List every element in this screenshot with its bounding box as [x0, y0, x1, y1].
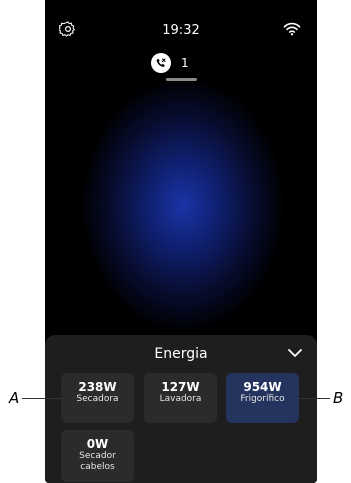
callout-label-b: B	[333, 389, 344, 407]
callout-line-b	[298, 398, 330, 399]
tile-value: 127W	[161, 380, 200, 394]
wifi-icon	[283, 22, 301, 36]
energy-tile-lavadora[interactable]: 127W Lavadora	[144, 373, 217, 423]
missed-call-count: 1	[181, 56, 189, 70]
missed-calls-indicator[interactable]: 1	[151, 52, 189, 74]
energy-tile-secadora[interactable]: 238W Secadora	[61, 373, 134, 423]
tile-label: Frigorífico	[240, 394, 285, 404]
callout-line-a	[22, 398, 64, 399]
panel-title: Energia	[154, 346, 208, 362]
chevron-down-icon[interactable]	[287, 347, 303, 359]
tile-value: 238W	[78, 380, 117, 394]
tile-value: 954W	[243, 380, 282, 394]
tile-label: Secador cabelos	[79, 451, 116, 472]
tile-label: Lavadora	[159, 394, 202, 404]
energy-panel: Energia 238W Secadora 127W Lavadora 954W…	[45, 335, 317, 483]
device-screen: 19:32 1 Energia 238W Secadora 127W Lavad…	[45, 0, 317, 483]
tile-value: 0W	[86, 437, 109, 451]
energy-tile-secador-cabelos[interactable]: 0W Secador cabelos	[61, 430, 134, 482]
callout-label-a: A	[9, 389, 20, 407]
status-bar: 19:32	[45, 0, 317, 40]
clock-time: 19:32	[162, 23, 200, 38]
pull-down-handle[interactable]	[166, 78, 197, 81]
energy-tile-frigorifico[interactable]: 954W Frigorífico	[226, 373, 299, 423]
tile-label: Secadora	[76, 394, 119, 404]
missed-call-icon	[151, 53, 171, 73]
